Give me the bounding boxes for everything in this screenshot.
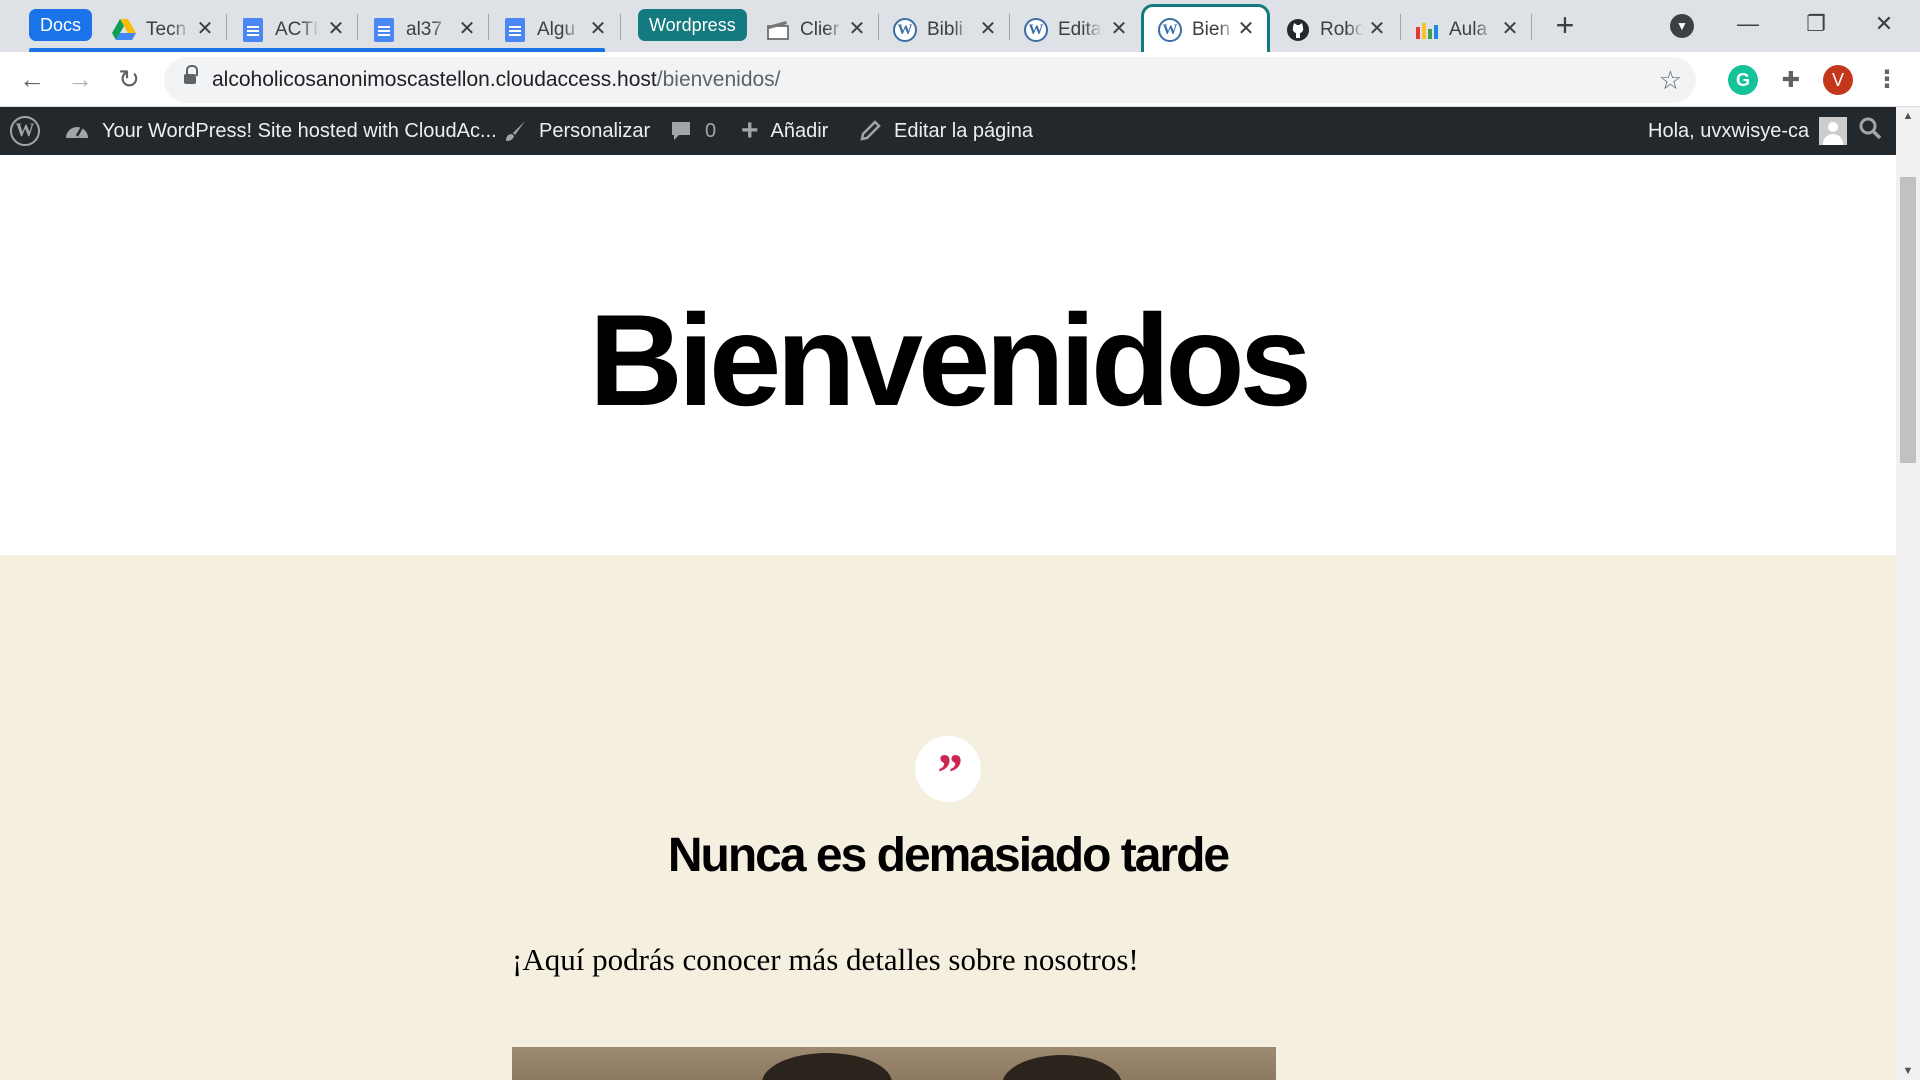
tab-al37[interactable]: al37 ✕ xyxy=(358,7,488,52)
customize-label: Personalizar xyxy=(539,119,651,142)
comments-count: 0 xyxy=(705,119,717,142)
tab-search-icon[interactable]: ▼ xyxy=(1670,14,1694,38)
plus-icon: + xyxy=(741,114,759,147)
browser-toolbar: ← → ↻ alcoholicosanonimoscastellon.cloud… xyxy=(0,52,1920,107)
cover-section: ” Nunca es demasiado tarde ¡Aquí podrás … xyxy=(0,555,1896,1080)
quote-icon: ” xyxy=(915,736,981,803)
tab-clier[interactable]: Clier ✕ xyxy=(752,7,878,52)
tab-tecn[interactable]: Tecn ✕ xyxy=(98,7,226,52)
page-title: Bienvenidos xyxy=(589,287,1312,433)
forward-arrow-icon[interactable]: → xyxy=(63,62,97,96)
page-scrollbar[interactable]: ▲ ▼ xyxy=(1896,107,1920,1080)
edit-page-menu[interactable]: Editar la página xyxy=(858,107,1033,155)
wordpress-icon: W xyxy=(1024,17,1048,42)
site-name: Your WordPress! Site hosted with CloudAc… xyxy=(102,119,497,142)
cover-image xyxy=(512,1047,1276,1080)
extensions-puzzle-icon[interactable]: ✚ xyxy=(1776,65,1806,95)
search-icon xyxy=(1858,116,1882,146)
new-content-menu[interactable]: + Añadir xyxy=(741,107,828,155)
bookmark-star-icon[interactable]: ☆ xyxy=(1659,65,1682,95)
tab-title: Edita xyxy=(1058,18,1102,40)
tab-algu[interactable]: Algu ✕ xyxy=(489,7,619,52)
user-avatar xyxy=(1819,117,1848,145)
address-bar[interactable]: alcoholicosanonimoscastellon.cloudaccess… xyxy=(164,57,1696,103)
tab-aula[interactable]: Aula ✕ xyxy=(1401,7,1531,52)
cover-heading: Nunca es demasiado tarde xyxy=(667,829,1230,882)
cover-paragraph: ¡Aquí podrás conocer más detalles sobre … xyxy=(512,942,1139,977)
greeting: Hola, uvxwisye-ca xyxy=(1648,119,1810,142)
wp-admin-bar: W Your WordPress! Site hosted with Cloud… xyxy=(0,107,1896,155)
wordpress-icon: W xyxy=(10,116,40,146)
my-account-menu[interactable]: Hola, uvxwisye-ca xyxy=(1648,107,1848,155)
tab-edita[interactable]: W Edita ✕ xyxy=(1010,7,1140,52)
tab-strip: Docs Tecn ✕ ACTI ✕ al37 ✕ Algu ✕ Wordpre… xyxy=(0,0,1920,52)
close-tab-icon[interactable]: ✕ xyxy=(977,18,999,40)
page-content: Bienvenidos ” Nunca es demasiado tarde ¡… xyxy=(0,155,1896,1080)
tab-acti[interactable]: ACTI ✕ xyxy=(227,7,357,52)
tab-group-wordpress[interactable]: Wordpress xyxy=(638,9,747,41)
restore-icon[interactable]: ❐ xyxy=(1796,6,1836,42)
wordpress-icon: W xyxy=(1158,17,1182,42)
new-tab-plus-icon[interactable]: + xyxy=(1549,9,1581,42)
grammarly-extension-icon[interactable]: G xyxy=(1728,65,1758,95)
tab-title: ACTI xyxy=(275,18,319,40)
tab-title: Aula xyxy=(1449,18,1488,40)
url-text[interactable]: alcoholicosanonimoscastellon.cloudaccess… xyxy=(212,57,781,103)
page-header: Bienvenidos xyxy=(0,155,1896,555)
profile-avatar[interactable]: V xyxy=(1823,65,1853,95)
close-tab-icon[interactable]: ✕ xyxy=(1235,18,1257,40)
edit-page-label: Editar la página xyxy=(894,119,1033,142)
brush-icon xyxy=(503,119,527,143)
close-tab-icon[interactable]: ✕ xyxy=(587,18,609,40)
close-tab-icon[interactable]: ✕ xyxy=(325,18,347,40)
google-docs-icon xyxy=(241,17,265,42)
scroll-thumb[interactable] xyxy=(1900,177,1916,463)
close-tab-icon[interactable]: ✕ xyxy=(846,18,868,40)
tab-separator xyxy=(620,14,621,40)
wordpress-icon: W xyxy=(893,17,917,42)
tab-title: Bibli xyxy=(927,18,963,40)
tab-bibli[interactable]: W Bibli ✕ xyxy=(879,7,1009,52)
tab-title: al37 xyxy=(406,18,442,40)
comment-bubble-icon xyxy=(669,119,693,143)
aula-icon xyxy=(1415,18,1439,42)
add-new-label: Añadir xyxy=(770,119,829,142)
admin-search[interactable] xyxy=(1858,107,1882,155)
scroll-down-arrow-icon[interactable]: ▼ xyxy=(1896,1062,1920,1080)
tab-separator xyxy=(1531,14,1532,40)
reload-icon[interactable]: ↻ xyxy=(112,62,146,96)
tab-title: Bien xyxy=(1192,18,1231,40)
close-window-icon[interactable]: ✕ xyxy=(1864,6,1904,42)
close-tab-icon[interactable]: ✕ xyxy=(456,18,478,40)
menu-kebab-icon[interactable]: ⋮ xyxy=(1872,65,1902,95)
github-icon xyxy=(1286,18,1310,42)
tab-title: Tecn xyxy=(146,18,187,40)
pencil-icon xyxy=(858,119,882,143)
dashboard-gauge-icon xyxy=(64,120,90,142)
close-tab-icon[interactable]: ✕ xyxy=(1366,18,1388,40)
tab-bien-active[interactable]: W Bien ✕ xyxy=(1141,4,1270,52)
minimize-icon[interactable]: — xyxy=(1728,6,1768,42)
back-arrow-icon[interactable]: ← xyxy=(15,62,49,96)
scroll-up-arrow-icon[interactable]: ▲ xyxy=(1896,107,1920,125)
tab-title: Algu xyxy=(537,18,576,40)
google-docs-icon xyxy=(503,17,527,42)
customize-menu[interactable]: Personalizar xyxy=(503,107,650,155)
google-docs-icon xyxy=(372,17,396,42)
tab-group-docs[interactable]: Docs xyxy=(29,9,93,41)
lock-icon[interactable] xyxy=(184,65,198,85)
tab-robo[interactable]: Robo ✕ xyxy=(1272,7,1398,52)
wp-logo-menu[interactable]: W xyxy=(10,107,40,155)
clapperboard-icon xyxy=(766,18,790,42)
comments-menu[interactable]: 0 xyxy=(669,107,716,155)
close-tab-icon[interactable]: ✕ xyxy=(194,18,216,40)
close-tab-icon[interactable]: ✕ xyxy=(1499,18,1521,40)
close-tab-icon[interactable]: ✕ xyxy=(1108,18,1130,40)
tab-title: Clier xyxy=(800,18,840,40)
tab-title: Robo xyxy=(1320,18,1364,40)
site-name-menu[interactable]: Your WordPress! Site hosted with CloudAc… xyxy=(64,107,497,155)
google-drive-icon xyxy=(112,18,136,42)
